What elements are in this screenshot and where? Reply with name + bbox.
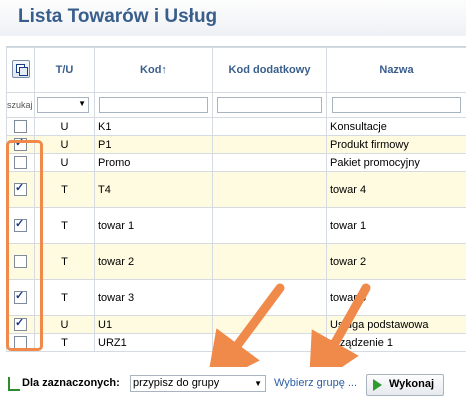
pick-group-link[interactable]: Wybierz grupę ... <box>274 377 357 389</box>
bulk-action-label: Dla zaznaczonych: <box>22 377 120 389</box>
arrow-return-icon <box>8 377 20 391</box>
arrow-to-action-select <box>205 283 285 388</box>
bulk-action-bar: Dla zaznaczonych: przypisz do grupy ▼ Wy… <box>0 367 466 406</box>
annotation-arrows <box>205 283 371 390</box>
execute-button[interactable]: Wykonaj <box>366 374 444 396</box>
arrow-to-pick-group <box>308 283 371 390</box>
play-icon <box>373 379 382 391</box>
execute-button-label: Wykonaj <box>389 378 435 390</box>
bulk-action-select[interactable]: przypisz do grupy ▼ <box>130 375 266 392</box>
chevron-down-icon: ▼ <box>254 379 262 388</box>
bulk-action-value: przypisz do grupy <box>133 377 220 389</box>
